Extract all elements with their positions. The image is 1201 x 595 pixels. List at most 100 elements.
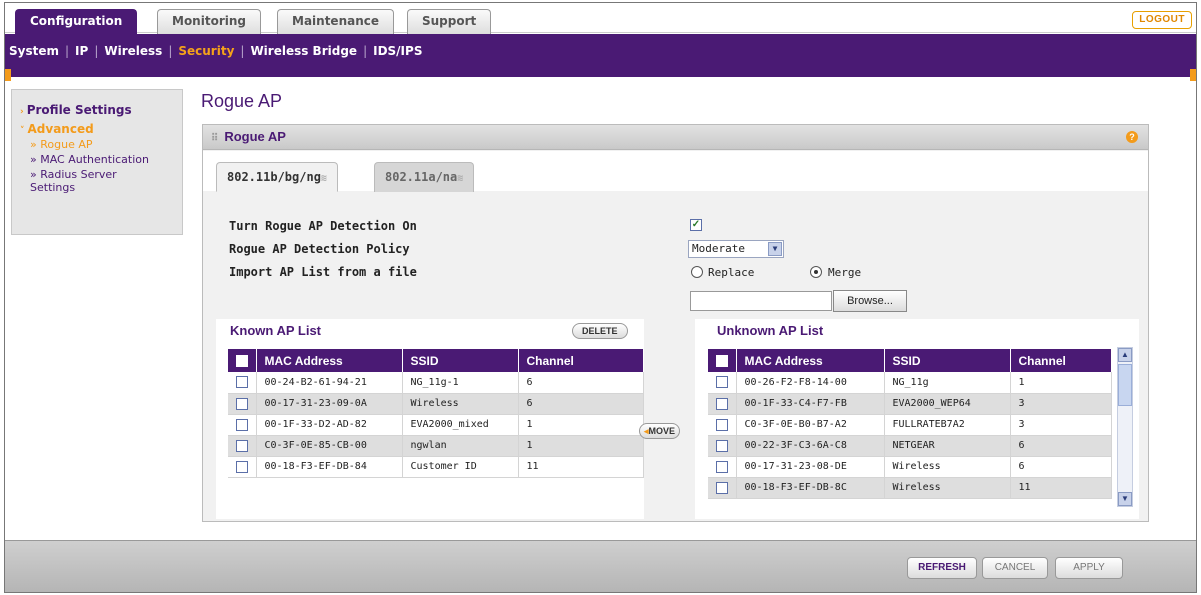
merge-radio[interactable]	[810, 266, 822, 278]
tab-configuration[interactable]: Configuration	[15, 9, 138, 34]
table-row[interactable]: C0-3F-0E-B0-B7-A2 FULLRATEB7A2 3	[708, 414, 1112, 436]
logout-button[interactable]: LOGOUT	[1132, 11, 1192, 29]
tab-label: 802.11b/bg/ng	[227, 170, 321, 184]
table-row[interactable]: 00-17-31-23-09-0A Wireless 6	[228, 393, 644, 415]
ssid-cell: EVA2000_WEP64	[884, 393, 1011, 415]
table-row[interactable]: 00-1F-33-D2-AD-82 EVA2000_mixed 1	[228, 414, 644, 436]
detection-checkbox[interactable]: ✓	[690, 219, 702, 231]
sidebar-item-radius-server-settings[interactable]: » Radius Server Settings	[20, 168, 150, 194]
checkbox[interactable]	[235, 355, 248, 368]
table-header: MAC Address SSID Channel	[228, 349, 644, 372]
unknown-list-scrollbar[interactable]: ▲ ▼	[1117, 347, 1133, 507]
move-label: MOVE	[648, 426, 676, 436]
footer-bar: REFRESH CANCEL APPLY	[5, 540, 1196, 592]
policy-select[interactable]: Moderate ▼	[688, 240, 784, 258]
row-checkbox[interactable]	[715, 376, 728, 389]
known-ap-list: Known AP List DELETE MAC Address SSID Ch…	[216, 319, 644, 519]
row-checkbox[interactable]	[235, 460, 248, 473]
scroll-down-icon[interactable]: ▼	[1118, 492, 1132, 506]
table-row[interactable]: 00-17-31-23-08-DE Wireless 6	[708, 456, 1112, 478]
subnav-separator: |	[65, 44, 70, 58]
merge-label: Merge	[828, 266, 862, 279]
policy-label: Rogue AP Detection Policy	[229, 242, 410, 256]
subnav-separator: |	[240, 44, 245, 58]
channel-cell: 6	[1010, 456, 1112, 478]
select-all-unknown[interactable]	[708, 349, 737, 372]
subnav-ids-ips[interactable]: IDS/IPS	[373, 44, 422, 58]
subnav-security[interactable]: Security	[178, 44, 234, 58]
wifi-icon: ≋	[320, 173, 327, 184]
scroll-up-icon[interactable]: ▲	[1118, 348, 1132, 362]
unknown-ap-list: Unknown AP List MAC Address SSID Channel…	[695, 319, 1139, 519]
mac-cell: 00-26-F2-F8-14-00	[736, 372, 885, 394]
tab-support[interactable]: Support	[407, 9, 492, 34]
row-checkbox[interactable]	[715, 439, 728, 452]
ssid-cell: Wireless	[884, 456, 1011, 478]
replace-radio[interactable]	[691, 266, 703, 278]
table-row[interactable]: 00-24-B2-61-94-21 NG_11g-1 6	[228, 372, 644, 394]
unknown-ap-list-title: Unknown AP List	[717, 323, 824, 338]
mac-cell: 00-17-31-23-08-DE	[736, 456, 885, 478]
sub-navigation: System | IP | Wireless | Security | Wireless Bri…	[5, 34, 1196, 77]
table-row[interactable]: 00-1F-33-C4-F7-FB EVA2000_WEP64 3	[708, 393, 1112, 415]
apply-button[interactable]: APPLY	[1055, 557, 1123, 579]
file-path-input[interactable]	[690, 291, 832, 311]
row-checkbox[interactable]	[715, 481, 728, 494]
browse-button[interactable]: Browse...	[833, 290, 907, 312]
tab-802-11ana[interactable]: 802.11a/na≋	[374, 162, 475, 192]
subnav-wireless[interactable]: Wireless	[104, 44, 162, 58]
row-checkbox[interactable]	[715, 460, 728, 473]
move-button[interactable]: ◂MOVE	[639, 423, 681, 439]
mac-cell: 00-22-3F-C3-6A-C8	[736, 435, 885, 457]
tab-maintenance[interactable]: Maintenance	[277, 9, 395, 34]
select-all-known[interactable]	[228, 349, 257, 372]
mac-cell: 00-1F-33-D2-AD-82	[256, 414, 403, 436]
row-checkbox[interactable]	[235, 439, 248, 452]
table-row[interactable]: C0-3F-0E-85-CB-00 ngwlan 1	[228, 435, 644, 457]
mac-cell: 00-1F-33-C4-F7-FB	[736, 393, 885, 415]
subnav-system[interactable]: System	[9, 44, 59, 58]
cancel-button[interactable]: CANCEL	[982, 557, 1048, 579]
scroll-thumb[interactable]	[1118, 364, 1132, 406]
table-row[interactable]: 00-26-F2-F8-14-00 NG_11g 1	[708, 372, 1112, 394]
row-checkbox[interactable]	[235, 418, 248, 431]
table-row[interactable]: 00-18-F3-EF-DB-8C Wireless 11	[708, 477, 1112, 499]
table-row[interactable]: 00-18-F3-EF-DB-84 Customer ID 11	[228, 456, 644, 478]
accent-corner-right	[1190, 69, 1196, 81]
sidebar-item-label: Advanced	[27, 122, 94, 136]
ssid-cell: ngwlan	[402, 435, 519, 457]
mac-cell: C0-3F-0E-85-CB-00	[256, 435, 403, 457]
ssid-cell: Wireless	[402, 393, 519, 415]
chevron-down-icon: ▼	[768, 242, 782, 256]
panel-title: Rogue AP	[224, 129, 286, 144]
sidebar-item-mac-authentication[interactable]: » MAC Authentication	[20, 153, 150, 166]
policy-select-value: Moderate	[692, 242, 745, 255]
row-checkbox[interactable]	[715, 397, 728, 410]
refresh-button[interactable]: REFRESH	[907, 557, 977, 579]
help-icon[interactable]: ?	[1126, 131, 1138, 143]
sidebar-item-advanced[interactable]: ˅ Advanced	[20, 120, 182, 138]
row-checkbox[interactable]	[235, 397, 248, 410]
replace-label: Replace	[708, 266, 755, 279]
mac-cell: 00-17-31-23-09-0A	[256, 393, 403, 415]
row-checkbox[interactable]	[715, 418, 728, 431]
known-ap-list-title: Known AP List	[230, 323, 321, 338]
chevron-right-icon: ›	[20, 107, 24, 117]
tab-monitoring[interactable]: Monitoring	[157, 9, 261, 34]
subnav-wireless-bridge[interactable]: Wireless Bridge	[250, 44, 357, 58]
row-checkbox[interactable]	[235, 376, 248, 389]
sidebar-item-profile-settings[interactable]: › Profile Settings	[20, 100, 182, 120]
checkbox[interactable]	[715, 355, 728, 368]
subnav-ip[interactable]: IP	[75, 44, 88, 58]
tab-label: 802.11a/na	[385, 170, 458, 184]
delete-button[interactable]: DELETE	[572, 323, 628, 339]
page-title: Rogue AP	[201, 91, 283, 111]
channel-cell: 1	[518, 435, 644, 457]
sidebar-item-rogue-ap[interactable]: » Rogue AP	[20, 138, 182, 151]
tab-802-11bgng[interactable]: 802.11b/bg/ng≋	[216, 162, 338, 192]
ssid-cell: Wireless	[884, 477, 1011, 499]
sidebar-item-label: Rogue AP	[40, 138, 93, 151]
table-row[interactable]: 00-22-3F-C3-6A-C8 NETGEAR 6	[708, 435, 1112, 457]
table-header: MAC Address SSID Channel	[708, 349, 1112, 372]
column-mac: MAC Address	[256, 349, 403, 372]
